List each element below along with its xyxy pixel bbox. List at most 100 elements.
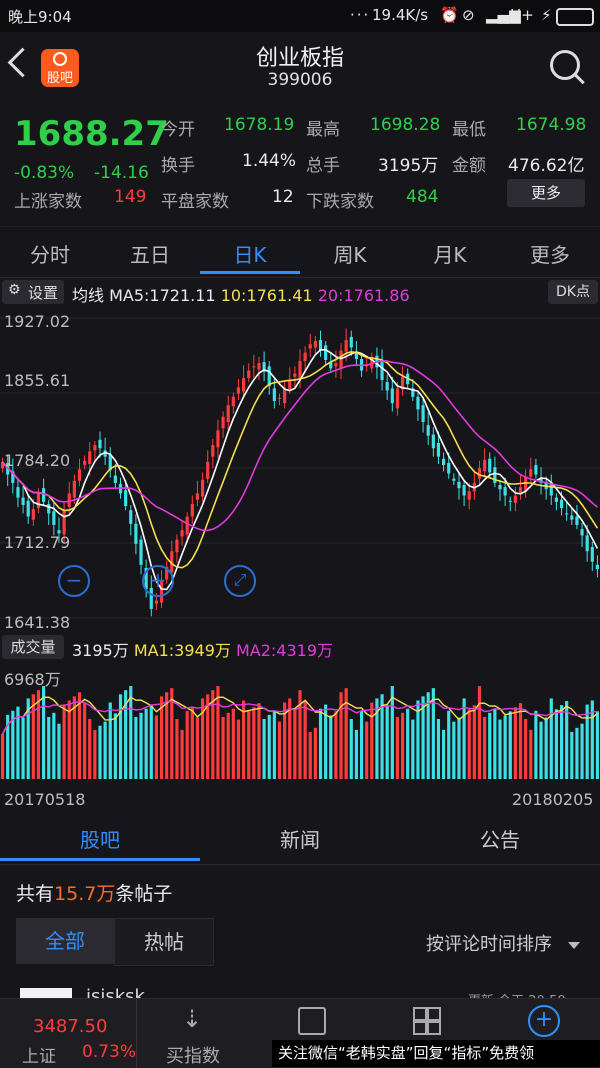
volume-bar — [508, 711, 512, 779]
tab-intraday[interactable]: 分时 — [0, 239, 100, 268]
volume-bar — [108, 702, 112, 779]
settings-button[interactable]: ⚙ 设置 — [2, 280, 64, 304]
volume-bar — [411, 719, 415, 779]
tab-announcements[interactable]: 公告 — [400, 824, 600, 853]
tab-five-day[interactable]: 五日 — [100, 239, 200, 268]
volume-bar — [483, 716, 487, 779]
candle — [252, 366, 256, 368]
candle — [113, 475, 117, 483]
volume-ma2: MA2:4319万 — [235, 641, 334, 660]
volume-bar — [103, 721, 107, 779]
volume-bar — [467, 709, 471, 779]
candle — [395, 388, 400, 409]
tab-daily-k[interactable]: 日K — [200, 239, 300, 268]
candle — [426, 425, 430, 436]
volume-bar — [595, 711, 600, 779]
volume-button[interactable]: 成交量 — [2, 635, 64, 659]
edit-icon[interactable] — [298, 1007, 326, 1035]
candle — [298, 361, 302, 378]
candle — [585, 535, 589, 552]
candle — [129, 510, 133, 524]
more-dots-icon: ··· — [350, 6, 371, 24]
tab-news[interactable]: 新闻 — [200, 824, 400, 853]
volume-ma1: MA1:3949万 — [133, 641, 231, 660]
candle — [236, 387, 241, 394]
candle — [308, 344, 312, 349]
open-label: 今开 — [161, 120, 195, 140]
grid-icon[interactable] — [413, 1007, 441, 1035]
open-value: 1678.19 — [224, 115, 295, 135]
volume-bar — [462, 698, 466, 779]
tab-monthly-k[interactable]: 月K — [400, 239, 500, 268]
tab-guba[interactable]: 股吧 — [0, 824, 200, 853]
volume-bar — [498, 719, 502, 779]
filter-all[interactable]: 全部 — [16, 918, 114, 964]
volume-bar — [62, 704, 66, 779]
candle — [83, 460, 87, 466]
battery-icon — [556, 8, 594, 26]
volume-bar — [36, 690, 41, 779]
volume-bar — [21, 717, 25, 779]
candle — [339, 350, 343, 369]
amount-label: 金额 — [452, 156, 486, 176]
candle — [452, 478, 456, 481]
turnover-label: 换手 — [161, 156, 195, 176]
volume-label: 总手 — [306, 156, 340, 176]
candlestick-chart[interactable] — [0, 306, 600, 632]
volume-bar — [277, 721, 282, 779]
candle — [575, 516, 579, 525]
sort-dropdown[interactable]: 按评论时间排序 — [426, 930, 552, 956]
candle — [77, 469, 82, 481]
buy-index-button[interactable]: 买指数 — [166, 1042, 220, 1068]
candle — [31, 509, 35, 520]
candle — [436, 443, 441, 457]
candle — [277, 397, 282, 399]
dk-point-button[interactable]: DK点 — [548, 280, 598, 304]
more-button[interactable]: 更多 — [507, 179, 585, 207]
candle — [447, 462, 451, 474]
sh-index-name: 上证 — [22, 1047, 56, 1067]
change-pct: -0.83% — [14, 163, 75, 183]
search-icon[interactable] — [550, 50, 580, 80]
low-value: 1674.98 — [516, 115, 587, 135]
candle — [134, 523, 138, 544]
sh-index-value: 3487.50 — [33, 1016, 108, 1037]
candle — [42, 488, 46, 502]
candle — [324, 345, 328, 361]
volume-bar — [559, 705, 564, 779]
candle — [180, 530, 184, 537]
zoom-out-icon[interactable]: − — [58, 565, 90, 597]
candle — [303, 352, 307, 362]
chart-period-tabs: 分时 五日 日K 周K 月K 更多 — [0, 226, 600, 278]
volume-bar — [354, 729, 358, 779]
post-count-prefix: 共有 — [16, 883, 55, 905]
candle — [590, 546, 594, 562]
zoom-in-icon[interactable]: + — [142, 565, 174, 597]
post-count-suffix: 条帖子 — [115, 883, 173, 905]
alarm-icon: ⏰ — [440, 6, 459, 24]
fullscreen-icon[interactable]: ⤢ — [224, 565, 256, 597]
volume-bar — [0, 734, 5, 779]
volume-bar — [318, 708, 323, 779]
add-watchlist-icon[interactable]: + — [528, 1005, 560, 1037]
tab-weekly-k[interactable]: 周K — [300, 239, 400, 268]
volume-bar — [334, 711, 338, 779]
tab-more[interactable]: 更多 — [500, 239, 600, 268]
buy-icon[interactable]: ⇣ — [182, 1005, 202, 1033]
volume-bar — [570, 731, 574, 779]
candle — [139, 539, 143, 565]
network-type: H+ — [510, 6, 534, 24]
volume-bar — [257, 703, 261, 779]
candle — [288, 379, 292, 390]
ma-label: 均线 — [72, 286, 105, 305]
candle — [52, 511, 56, 525]
candle — [554, 497, 558, 502]
volume-bar — [370, 702, 374, 779]
volume-bar — [349, 719, 353, 779]
volume-max-label: 6968万 — [4, 670, 61, 689]
candle — [503, 487, 507, 496]
volume-current: 3195万 — [72, 641, 129, 660]
filter-hot[interactable]: 热帖 — [114, 918, 214, 966]
ma20-value: 20:1761.86 — [317, 286, 410, 305]
volume-bar — [442, 729, 446, 779]
